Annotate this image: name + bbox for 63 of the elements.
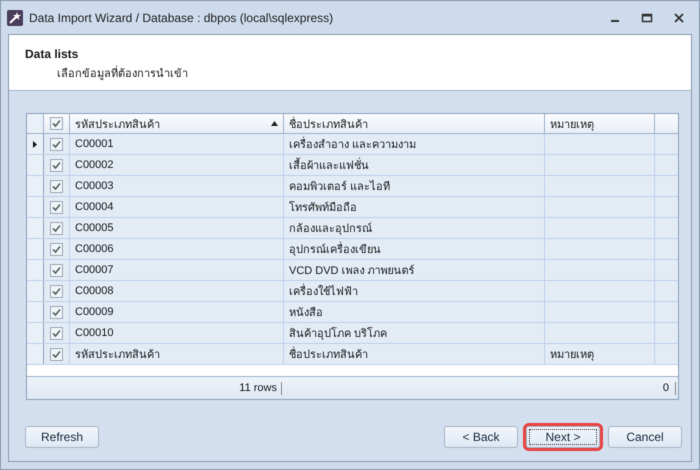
table-cell: เครื่องสำอาง และความงาม bbox=[289, 135, 416, 153]
table-cell-text: กล้องและอุปกรณ์ bbox=[289, 222, 372, 237]
table-cell-text: VCD DVD เพลง ภาพยนตร์ bbox=[289, 264, 415, 279]
table-cell: C00010 bbox=[75, 327, 114, 339]
wizard-button[interactable]: Cancel bbox=[608, 426, 682, 448]
table-cell: เครื่องใช้ไฟฟ้า bbox=[289, 282, 358, 300]
wizard-button[interactable]: Next > bbox=[526, 426, 600, 448]
table-cell: C00007 bbox=[75, 264, 114, 276]
row-checkbox[interactable] bbox=[50, 264, 63, 276]
table-row[interactable]: C00002 เสื้อผ้าและแฟชั่น bbox=[27, 155, 678, 176]
table-cell-text: รหัสประเภทสินค้า bbox=[75, 348, 160, 363]
row-checkbox[interactable] bbox=[50, 200, 63, 214]
table-row[interactable]: C00006 อุปกรณ์เครื่องเขียน bbox=[27, 239, 678, 260]
current-row-icon bbox=[33, 140, 37, 148]
table-cell: C00006 bbox=[75, 243, 114, 255]
wizard-button[interactable]: < Back bbox=[444, 426, 518, 448]
table-cell: C00003 bbox=[75, 180, 114, 192]
table-cell: C00001 bbox=[75, 138, 114, 150]
table-cell: อุปกรณ์เครื่องเขียน bbox=[289, 240, 381, 258]
close-icon[interactable] bbox=[673, 12, 685, 24]
row-indicator[interactable] bbox=[27, 134, 44, 154]
select-all-checkbox[interactable] bbox=[50, 117, 63, 130]
table-cell-text: โทรศัพท์มือถือ bbox=[289, 200, 357, 216]
table-row[interactable]: C00003 คอมพิวเตอร์ และไอที bbox=[27, 176, 678, 197]
table-row[interactable]: รหัสประเภทสินค้า ชื่อประเภทสินค้า หมายเหตุ bbox=[27, 344, 678, 365]
section-title: Data lists bbox=[25, 47, 80, 61]
table-row[interactable]: C00010 สินค้าอุปโภค บริโภค bbox=[27, 323, 678, 344]
table-cell: C00004 bbox=[75, 201, 114, 213]
table-cell: C00009 bbox=[75, 306, 114, 318]
table-row[interactable]: C00007 VCD DVD เพลง ภาพยนตร์ bbox=[27, 260, 678, 281]
row-checkbox[interactable] bbox=[50, 348, 63, 360]
refresh-button[interactable]: Refresh bbox=[25, 426, 99, 448]
table-row[interactable]: C00005 กล้องและอุปกรณ์ bbox=[27, 218, 678, 239]
table-cell: เสื้อผ้าและแฟชั่น bbox=[289, 156, 369, 174]
column-header[interactable]: รหัสประเภทสินค้า bbox=[70, 114, 284, 133]
table-row[interactable]: C00004 โทรศัพท์มือถือ bbox=[27, 197, 678, 218]
table-cell-text: หมายเหตุ bbox=[550, 348, 594, 363]
table-cell: ชื่อประเภทสินค้า bbox=[289, 345, 368, 363]
row-checkbox[interactable] bbox=[50, 242, 63, 256]
row-checkbox[interactable] bbox=[50, 138, 63, 150]
table-row[interactable]: C00001 เครื่องสำอาง และความงาม bbox=[27, 134, 678, 155]
column-header[interactable]: ชื่อประเภทสินค้า bbox=[284, 114, 545, 133]
section-subtitle: เลือกข้อมูลที่ต้องการนำเข้า bbox=[25, 64, 675, 82]
window-title: Data Import Wizard / Database : dbpos (local\sqlexpress) bbox=[29, 10, 334, 24]
wizard-icon bbox=[7, 10, 23, 26]
column-header[interactable]: หมายเหตุ bbox=[545, 114, 655, 133]
table-cell-text: คอมพิวเตอร์ และไอที bbox=[289, 179, 390, 195]
table-cell-text: สินค้าอุปโภค บริโภค bbox=[289, 326, 388, 342]
table-cell: C00008 bbox=[75, 285, 114, 297]
row-count: 11 rows bbox=[27, 382, 282, 394]
table-cell: C00005 bbox=[75, 222, 114, 234]
row-checkbox[interactable] bbox=[50, 326, 63, 340]
table-cell: C00002 bbox=[75, 159, 114, 171]
row-checkbox[interactable] bbox=[50, 158, 63, 172]
table-row[interactable]: C00008 เครื่องใช้ไฟฟ้า bbox=[27, 281, 678, 302]
restore-icon[interactable] bbox=[641, 12, 653, 24]
row-checkbox[interactable] bbox=[50, 306, 63, 318]
row-checkbox[interactable] bbox=[50, 222, 63, 234]
total-value: 0 bbox=[662, 382, 676, 394]
table-cell-text: หนังสือ bbox=[289, 306, 323, 321]
table-row[interactable]: C00009 หนังสือ bbox=[27, 302, 678, 323]
row-checkbox[interactable] bbox=[50, 180, 63, 192]
row-checkbox[interactable] bbox=[50, 284, 63, 298]
